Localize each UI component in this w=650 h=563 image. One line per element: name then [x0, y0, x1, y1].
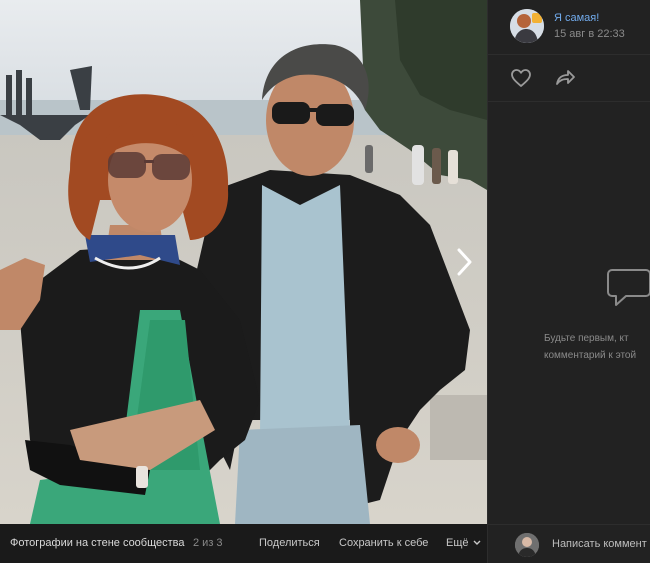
more-label: Ещё — [446, 537, 469, 549]
photo — [0, 0, 487, 524]
post-actions — [488, 54, 650, 102]
post-date[interactable]: 15 авг в 22:33 — [554, 28, 625, 40]
author-avatar[interactable] — [510, 9, 544, 43]
heart-icon[interactable] — [510, 68, 532, 88]
no-comments-text: Будьте первым, кт комментарий к этой — [544, 330, 636, 364]
comments-icon — [607, 269, 650, 306]
next-photo-arrow[interactable] — [452, 246, 476, 278]
save-to-profile-button[interactable]: Сохранить к себе — [339, 537, 428, 549]
album-title-link[interactable]: Фотографии на стене сообщества — [10, 537, 185, 549]
photo-counter: 2 из 3 — [193, 537, 223, 549]
share-button[interactable]: Поделиться — [259, 537, 320, 549]
author-name[interactable]: Я самая! — [554, 12, 599, 24]
chevron-down-icon — [473, 540, 481, 546]
share-arrow-icon[interactable] — [554, 68, 576, 88]
photo-viewer[interactable] — [0, 0, 487, 524]
comment-bar: Написать коммент — [488, 524, 650, 563]
no-comments-line-2: комментарий к этой — [544, 350, 637, 361]
comment-input[interactable]: Написать коммент — [552, 538, 647, 550]
my-avatar — [515, 533, 539, 557]
more-button[interactable]: Ещё — [446, 537, 481, 549]
viewer-bottom-bar: Фотографии на стене сообщества 2 из 3 По… — [0, 524, 487, 563]
post-sidebar: Я самая! 15 авг в 22:33 Будьте первым, к… — [487, 0, 650, 563]
no-comments-line-1: Будьте первым, кт — [544, 333, 629, 344]
